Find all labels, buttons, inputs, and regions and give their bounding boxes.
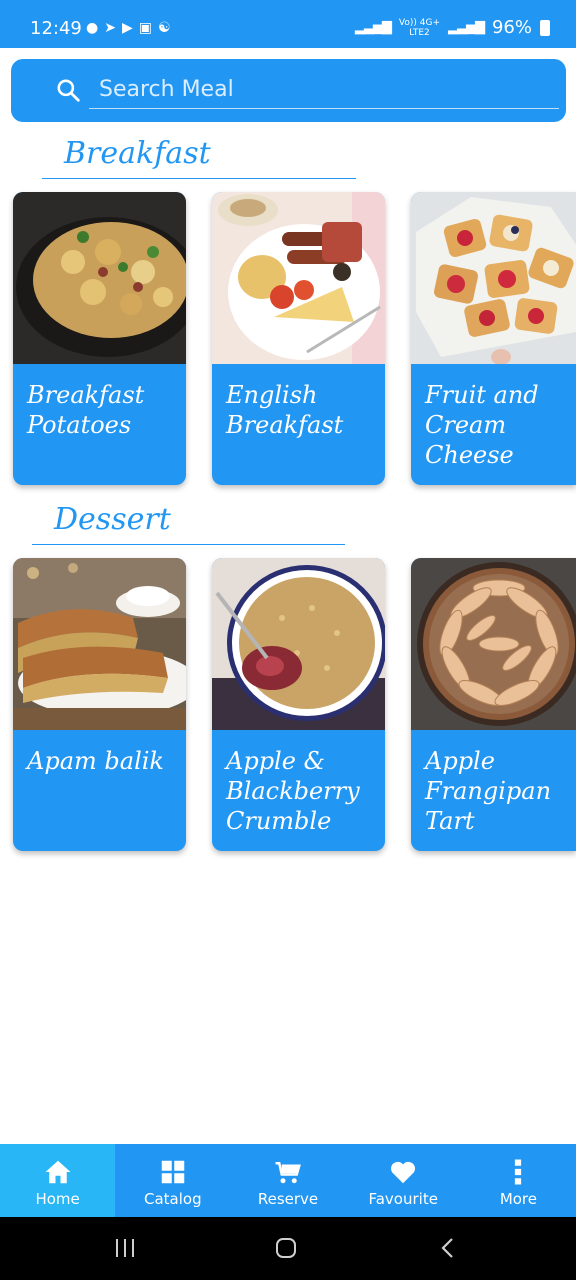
search-bar xyxy=(11,59,566,122)
battery-level: 96% xyxy=(491,17,532,38)
nav-label: Reserve xyxy=(257,1190,319,1208)
recent-apps-icon[interactable] xyxy=(114,1237,136,1259)
nav-label: Catalog xyxy=(144,1190,202,1208)
home-button-icon[interactable] xyxy=(275,1237,297,1259)
meal-image-fruit-cream-cheese xyxy=(411,192,576,364)
meal-image-breakfast-potatoes xyxy=(13,192,186,364)
signal-icon-2: ▂▃▅▇ xyxy=(447,20,485,35)
outlook-icon: ▣ xyxy=(138,20,152,36)
telegram-icon: ➤ xyxy=(104,20,116,36)
nav-item-home[interactable]: Home xyxy=(0,1144,116,1217)
section-title-dessert: Dessert xyxy=(54,502,171,537)
meal-image-english-breakfast xyxy=(212,192,385,364)
meal-name: English Breakfast xyxy=(226,381,344,439)
status-bar: 12:49 ● ➤ ▶ ▣ ☯ ▂▃▅▇ Vo)) 4G+ LTE2 ▂▃▅▇ … xyxy=(0,0,576,48)
search-input[interactable] xyxy=(89,71,559,109)
cart-icon xyxy=(275,1162,301,1184)
section-title-breakfast: Breakfast xyxy=(64,136,211,171)
meal-name: Apam balik xyxy=(27,747,164,775)
bottom-navigation: Home Catalog Reserve Favourite More xyxy=(0,1144,576,1217)
meal-card[interactable]: Breakfast Potatoes xyxy=(13,192,186,485)
discord-icon: ● xyxy=(86,20,99,36)
nav-label: Favourite xyxy=(368,1190,438,1208)
youtube-icon: ▶ xyxy=(121,20,133,36)
nav-item-catalog[interactable]: Catalog xyxy=(115,1144,230,1217)
section-divider xyxy=(32,544,345,545)
meal-image-apple-blackberry-crumble xyxy=(212,558,385,730)
system-navigation-bar xyxy=(0,1217,576,1280)
nav-item-more[interactable]: More xyxy=(461,1144,576,1217)
section-divider xyxy=(42,178,356,179)
notification-icons: ● ➤ ▶ ▣ ☯ xyxy=(86,19,171,37)
more-vertical-icon xyxy=(515,1159,522,1185)
meal-name: Apple Frangipan Tart xyxy=(425,747,552,835)
nav-item-reserve[interactable]: Reserve xyxy=(230,1144,345,1217)
meal-name: Apple & Blackberry Crumble xyxy=(226,747,360,835)
status-right: ▂▃▅▇ Vo)) 4G+ LTE2 ▂▃▅▇ 96% xyxy=(355,17,550,38)
meal-image-apam-balik xyxy=(13,558,186,730)
meal-card[interactable]: Apple Frangipan Tart xyxy=(411,558,576,851)
status-time: 12:49 xyxy=(30,18,82,39)
signal-icon: ▂▃▅▇ xyxy=(354,20,392,35)
meal-card[interactable]: Fruit and Cream Cheese xyxy=(411,192,576,485)
meal-card[interactable]: English Breakfast xyxy=(212,192,385,485)
nav-item-favourite[interactable]: Favourite xyxy=(346,1144,461,1217)
shazam-icon: ☯ xyxy=(157,20,171,36)
nav-label: Home xyxy=(35,1190,80,1208)
heart-icon xyxy=(391,1161,416,1184)
meal-card[interactable]: Apam balik xyxy=(13,558,186,851)
meal-name: Fruit and Cream Cheese xyxy=(425,381,539,469)
network-label: Vo)) 4G+ LTE2 xyxy=(398,17,440,38)
meal-image-apple-frangipan-tart xyxy=(411,558,576,730)
battery-icon xyxy=(540,19,550,36)
meal-card[interactable]: Apple & Blackberry Crumble xyxy=(212,558,385,851)
home-icon xyxy=(45,1160,71,1184)
back-icon[interactable] xyxy=(438,1237,458,1259)
nav-label: More xyxy=(499,1190,537,1208)
meal-name: Breakfast Potatoes xyxy=(27,381,145,439)
grid-icon xyxy=(161,1160,185,1184)
search-icon[interactable] xyxy=(55,77,81,103)
